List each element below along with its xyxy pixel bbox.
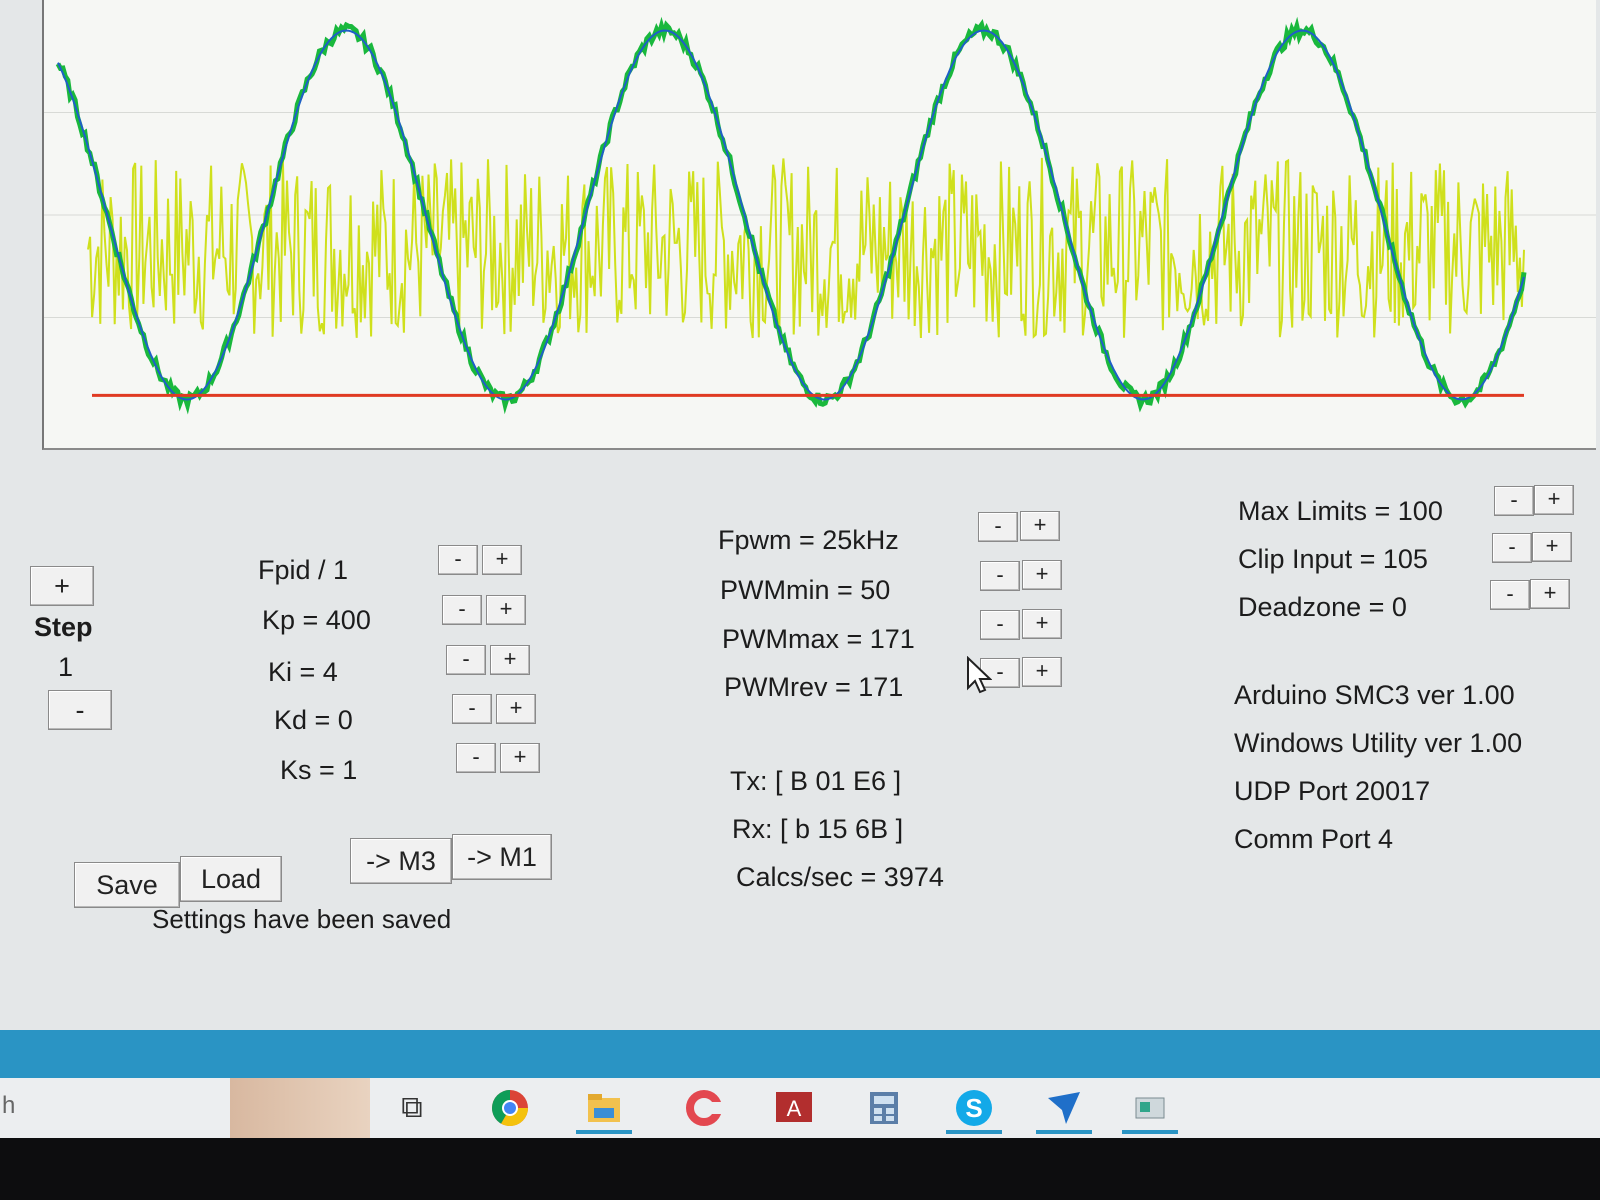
ki-plus-button[interactable]: +: [490, 645, 530, 675]
fpwm-label: Fpwm = 25kHz: [718, 525, 899, 555]
adobe-acrobat-icon[interactable]: A: [774, 1088, 814, 1128]
taskbar: h ⧉ A S: [0, 1078, 1600, 1138]
windows-version: Windows Utility ver 1.00: [1234, 728, 1523, 758]
clip-input-label: Clip Input = 105: [1238, 544, 1428, 574]
step-plus-button[interactable]: +: [30, 566, 94, 606]
plot-panel: [42, 0, 1596, 450]
pwmrev-plus-button[interactable]: +: [1022, 657, 1062, 687]
screen: + Step 1 - Fpid / 1 - + Kp = 400 - + Ki …: [0, 0, 1600, 1200]
max-limits-plus-button[interactable]: +: [1534, 485, 1574, 515]
load-button[interactable]: Load: [180, 856, 282, 902]
pwmmin-minus-button[interactable]: -: [980, 561, 1020, 591]
motion-plot: [44, 16, 1596, 415]
pwm-trace: [87, 157, 1525, 339]
pwmmin-plus-button[interactable]: +: [1022, 560, 1062, 590]
pwmmin-label: PWMmin = 50: [720, 575, 891, 605]
comm-port: Comm Port 4: [1234, 824, 1394, 854]
ki-label: Ki = 4: [268, 657, 338, 687]
kd-plus-button[interactable]: +: [496, 694, 536, 724]
svg-text:A: A: [787, 1096, 802, 1121]
step-label: Step: [34, 612, 93, 642]
pwmmax-plus-button[interactable]: +: [1022, 609, 1062, 639]
search-box-fragment[interactable]: h: [2, 1092, 15, 1120]
ks-label: Ks = 1: [280, 755, 358, 785]
save-button[interactable]: Save: [74, 862, 180, 908]
skype-icon[interactable]: S: [954, 1088, 994, 1128]
tx-readout: Tx: [ B 01 E6 ]: [730, 766, 902, 796]
window-bottom-strip: [0, 1030, 1600, 1078]
step-value: 1: [58, 652, 74, 682]
fpid-plus-button[interactable]: +: [482, 545, 522, 575]
send-active-indicator: [1036, 1130, 1092, 1134]
max-limits-label: Max Limits = 100: [1238, 496, 1443, 526]
clip-input-plus-button[interactable]: +: [1532, 532, 1572, 562]
fpwm-minus-button[interactable]: -: [978, 512, 1018, 542]
search-box-image[interactable]: [230, 1078, 370, 1138]
clip-input-minus-button[interactable]: -: [1492, 533, 1532, 563]
kp-minus-button[interactable]: -: [442, 595, 482, 625]
max-limits-minus-button[interactable]: -: [1494, 486, 1534, 516]
smc3-utility-window: + Step 1 - Fpid / 1 - + Kp = 400 - + Ki …: [0, 0, 1600, 1030]
move-m3-button[interactable]: -> M3: [350, 838, 452, 884]
fpid-label: Fpid / 1: [258, 555, 349, 585]
explorer-active-indicator: [576, 1130, 632, 1134]
step-minus-button[interactable]: -: [48, 690, 112, 730]
pwmmax-label: PWMmax = 171: [722, 624, 915, 654]
ks-plus-button[interactable]: +: [500, 743, 540, 773]
ki-minus-button[interactable]: -: [446, 645, 486, 675]
status-message: Settings have been saved: [152, 904, 452, 934]
svg-text:S: S: [965, 1093, 982, 1123]
task-view-icon[interactable]: ⧉: [392, 1088, 432, 1128]
kd-minus-button[interactable]: -: [452, 694, 492, 724]
pwmrev-label: PWMrev = 171: [724, 672, 904, 702]
calcs-per-sec: Calcs/sec = 3974: [736, 862, 944, 892]
deadzone-plus-button[interactable]: +: [1530, 579, 1570, 609]
creative-cloud-icon[interactable]: [684, 1088, 724, 1128]
fpwm-plus-button[interactable]: +: [1020, 511, 1060, 541]
deadzone-minus-button[interactable]: -: [1490, 580, 1530, 610]
move-m1-button[interactable]: -> M1: [452, 834, 552, 880]
chrome-icon[interactable]: [490, 1088, 530, 1128]
app-window-icon[interactable]: [1130, 1088, 1170, 1128]
send-arrow-icon[interactable]: [1044, 1088, 1084, 1128]
file-explorer-icon[interactable]: [584, 1088, 624, 1128]
kp-label: Kp = 400: [262, 605, 371, 635]
monitor-bezel: [0, 1138, 1600, 1200]
fpid-minus-button[interactable]: -: [438, 545, 478, 575]
kd-label: Kd = 0: [274, 705, 353, 735]
udp-port: UDP Port 20017: [1234, 776, 1431, 806]
calculator-icon[interactable]: [864, 1088, 904, 1128]
pwmmax-minus-button[interactable]: -: [980, 610, 1020, 640]
ks-minus-button[interactable]: -: [456, 743, 496, 773]
app-active-indicator: [1122, 1130, 1178, 1134]
rx-readout: Rx: [ b 15 6B ]: [732, 814, 904, 844]
mouse-cursor-icon: [967, 656, 992, 694]
kp-plus-button[interactable]: +: [486, 595, 526, 625]
deadzone-label: Deadzone = 0: [1238, 592, 1407, 622]
skype-active-indicator: [946, 1130, 1002, 1134]
arduino-version: Arduino SMC3 ver 1.00: [1234, 680, 1515, 710]
